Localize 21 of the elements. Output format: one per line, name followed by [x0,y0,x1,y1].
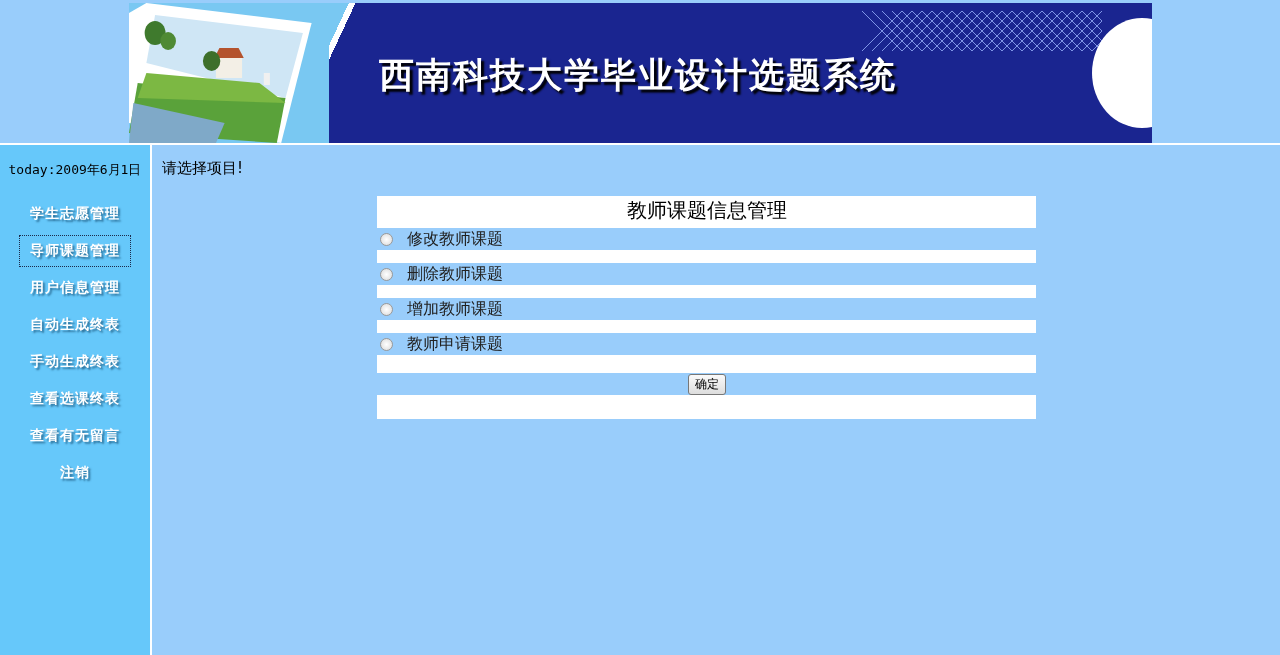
sidebar-item[interactable]: 用户信息管理 [19,272,131,304]
confirm-button[interactable]: 确定 [687,373,726,395]
banner-title: 西南科技大学毕业设计选题系统 [378,52,897,97]
option-label[interactable]: 教师申请课题 [407,333,503,355]
sidebar-item[interactable]: 导师课题管理 [19,235,131,267]
option-label[interactable]: 删除教师课题 [407,263,503,285]
sidebar-item[interactable]: 手动生成终表 [19,346,131,378]
sidebar-item[interactable]: 查看有无留言 [19,420,131,452]
sidebar-item[interactable]: 查看选课终表 [19,383,131,415]
prompt-text: 请选择项目! [162,159,244,178]
form-title: 教师课题信息管理 [377,196,1036,228]
radio-button[interactable] [380,232,393,246]
radio-button[interactable] [380,267,393,281]
option-label[interactable]: 增加教师课题 [407,298,503,320]
today-date: today:2009年6月1日 [7,161,143,178]
sidebar-item[interactable]: 注销 [49,457,101,489]
sidebar-item[interactable]: 学生志愿管理 [19,198,131,230]
radio-button[interactable] [380,302,393,316]
sidebar-item[interactable]: 自动生成终表 [19,309,131,341]
option-label[interactable]: 修改教师课题 [407,228,503,250]
radio-button[interactable] [380,337,393,351]
